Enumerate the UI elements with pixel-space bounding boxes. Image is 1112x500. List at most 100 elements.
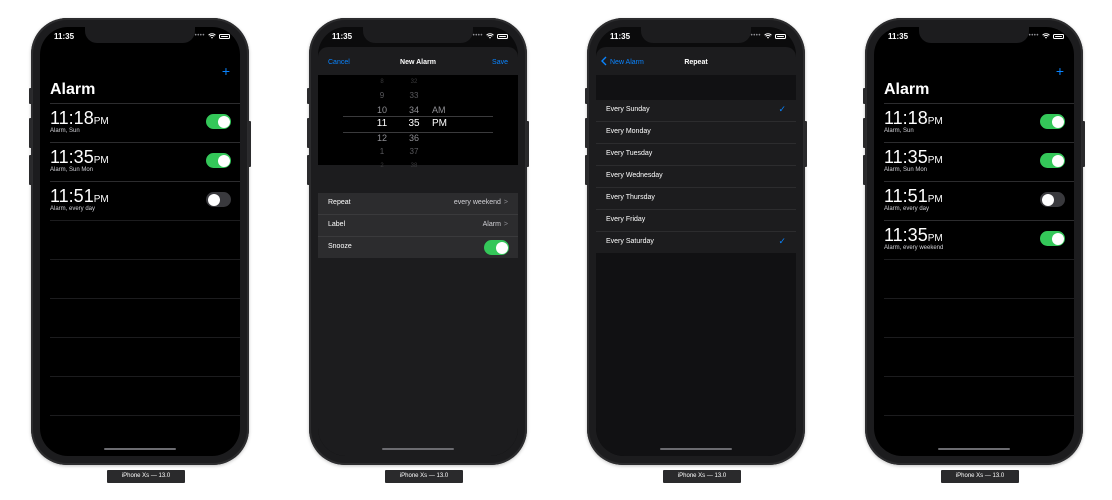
device-frame-1: 11:35 •••• + Alarm 11:18PM Alarm, Sun 11:3… — [29, 18, 251, 465]
alarm-subtitle: Alarm, every day — [884, 206, 930, 212]
hour-option[interactable]: 10 — [370, 103, 394, 117]
wifi-icon — [208, 33, 216, 39]
status-icons: •••• — [1029, 33, 1064, 39]
device-label: iPhone Xs — 13.0 — [663, 470, 741, 483]
hour-option[interactable]: 2 — [370, 159, 394, 173]
repeat-day-label: Every Thursday — [606, 194, 655, 201]
pm-option[interactable]: PM — [432, 117, 456, 131]
alarm-ampm: PM — [93, 116, 109, 127]
repeat-day-row[interactable]: Every Monday — [596, 121, 796, 143]
minute-option[interactable]: 35 — [402, 117, 426, 131]
home-indicator — [938, 448, 1010, 450]
device-label: iPhone Xs — 13.0 — [107, 470, 185, 483]
hour-option[interactable]: 9 — [370, 89, 394, 103]
nav-title: Repeat — [684, 59, 708, 66]
add-alarm-button[interactable]: + — [222, 64, 230, 78]
hour-wheel[interactable]: 8 9 10 11 12 1 2 — [370, 75, 394, 173]
alarm-row[interactable]: 11:35PM Alarm, Sun Mon — [884, 142, 1074, 181]
nav-bar: New Alarm Repeat — [596, 47, 796, 75]
alarm-subtitle: Alarm, Sun — [50, 128, 80, 134]
repeat-day-row[interactable]: Every Sunday ✓ — [596, 100, 796, 121]
repeat-row[interactable]: Repeat every weekend > — [318, 193, 518, 214]
repeat-day-label: Every Wednesday — [606, 172, 663, 179]
repeat-day-row[interactable]: Every Tuesday — [596, 143, 796, 165]
time-picker[interactable]: 8 9 10 11 12 1 2 32 33 34 35 36 37 38 AM PM — [318, 75, 518, 169]
alarm-toggle[interactable] — [1040, 114, 1065, 129]
alarm-row[interactable]: 11:35PM Alarm, Sun Mon — [50, 142, 240, 181]
signal-icon: •••• — [750, 33, 761, 39]
screen-repeat: 11:35 •••• New Alarm Repeat Every Sunday… — [596, 27, 796, 456]
screen-alarm-list-updated: 11:35 •••• + Alarm 11:18PM Alarm, Sun 11:3… — [874, 27, 1074, 456]
alarm-row[interactable]: 11:51PM Alarm, every day — [884, 181, 1074, 220]
minute-option[interactable]: 32 — [402, 75, 426, 89]
empty-row — [50, 259, 240, 298]
hour-option[interactable]: 1 — [370, 145, 394, 159]
checkmark-icon: ✓ — [778, 236, 786, 246]
repeat-day-row[interactable]: Every Friday — [596, 209, 796, 231]
repeat-day-row[interactable]: Every Saturday ✓ — [596, 231, 796, 253]
hour-option[interactable]: 11 — [370, 117, 394, 131]
notch — [363, 27, 473, 43]
alarm-ampm: PM — [93, 194, 109, 205]
alarm-toggle[interactable] — [1040, 192, 1065, 207]
hour-option[interactable]: 8 — [370, 75, 394, 89]
notch — [919, 27, 1029, 43]
alarm-ampm: PM — [927, 116, 943, 127]
save-button[interactable]: Save — [492, 59, 508, 66]
status-time: 11:35 — [610, 32, 631, 41]
alarm-toggle[interactable] — [206, 114, 231, 129]
alarm-row[interactable]: 11:18PM Alarm, Sun — [884, 103, 1074, 142]
battery-icon — [219, 33, 230, 39]
battery-icon — [497, 33, 508, 39]
alarm-ampm: PM — [927, 233, 943, 244]
minute-option[interactable]: 37 — [402, 145, 426, 159]
status-time: 11:35 — [54, 32, 75, 41]
am-option[interactable]: AM — [432, 103, 456, 117]
minute-option[interactable]: 36 — [402, 131, 426, 145]
status-icons: •••• — [473, 33, 508, 39]
label-label: Label — [328, 221, 346, 228]
alarm-ampm: PM — [927, 155, 943, 166]
ampm-wheel[interactable]: AM PM — [432, 103, 456, 131]
nav-title: New Alarm — [400, 59, 436, 66]
repeat-label: Repeat — [328, 199, 351, 206]
minute-option[interactable]: 38 — [402, 159, 426, 173]
empty-row — [884, 376, 1074, 415]
minute-option[interactable]: 33 — [402, 89, 426, 103]
alarm-row[interactable]: 11:18PM Alarm, Sun — [50, 103, 240, 142]
minute-option[interactable]: 34 — [402, 103, 426, 117]
snooze-toggle[interactable] — [484, 240, 509, 255]
home-indicator — [382, 448, 454, 450]
alarm-list: 11:18PM Alarm, Sun 11:35PM Alarm, Sun Mon 11… — [874, 103, 1074, 454]
empty-row — [50, 376, 240, 415]
chevron-right-icon: > — [503, 221, 508, 228]
snooze-label: Snooze — [328, 243, 352, 250]
empty-row — [50, 337, 240, 376]
repeat-day-row[interactable]: Every Thursday — [596, 187, 796, 209]
label-value: Alarm > — [482, 221, 508, 228]
alarm-toggle[interactable] — [1040, 231, 1065, 246]
signal-icon: •••• — [472, 33, 483, 39]
alarm-row[interactable]: 11:35PM Alarm, every weekend — [884, 220, 1074, 259]
alarm-toggle[interactable] — [1040, 153, 1065, 168]
device-frame-2: 11:35 •••• Cancel New Alarm Save 8 9 10 11 1… — [307, 18, 529, 465]
hour-option[interactable]: 12 — [370, 131, 394, 145]
add-alarm-button[interactable]: + — [1056, 64, 1064, 78]
alarm-toggle[interactable] — [206, 192, 231, 207]
alarm-settings: Repeat every weekend > Label Alarm > Snooz… — [318, 193, 518, 258]
screen-new-alarm: 11:35 •••• Cancel New Alarm Save 8 9 10 11 1… — [318, 27, 518, 456]
device-frame-3: 11:35 •••• New Alarm Repeat Every Sunday… — [585, 18, 807, 465]
empty-row — [50, 220, 240, 259]
label-row[interactable]: Label Alarm > — [318, 214, 518, 236]
repeat-day-label: Every Tuesday — [606, 150, 653, 157]
checkmark-icon: ✓ — [778, 104, 786, 114]
repeat-day-row[interactable]: Every Wednesday — [596, 165, 796, 187]
chevron-right-icon: > — [503, 199, 508, 206]
alarm-toggle[interactable] — [206, 153, 231, 168]
empty-row — [50, 298, 240, 337]
screen-alarm-list: 11:35 •••• + Alarm 11:18PM Alarm, Sun 11:3… — [40, 27, 240, 456]
minute-wheel[interactable]: 32 33 34 35 36 37 38 — [402, 75, 426, 173]
empty-row — [884, 337, 1074, 376]
alarm-row[interactable]: 11:51PM Alarm, every day — [50, 181, 240, 220]
status-time: 11:35 — [888, 32, 909, 41]
